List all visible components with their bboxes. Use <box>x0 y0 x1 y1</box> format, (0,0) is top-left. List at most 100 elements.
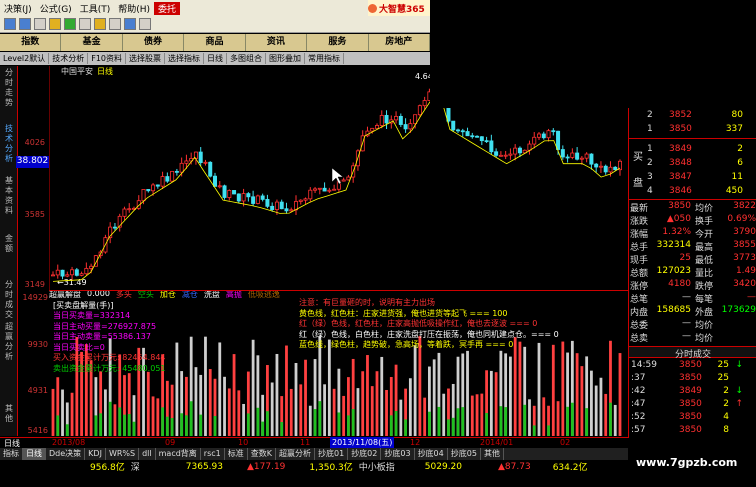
tick-price: 3850 <box>679 412 702 422</box>
menu-tools[interactable]: 工具(T) <box>76 2 115 15</box>
candle-body <box>379 114 384 126</box>
back-icon[interactable] <box>4 18 16 30</box>
list-icon[interactable] <box>109 18 121 30</box>
volume-bar <box>151 396 155 436</box>
func-select-stock[interactable]: 选择股票 <box>126 53 165 64</box>
candle-body <box>79 273 84 276</box>
func-select-indicator[interactable]: 选择指标 <box>165 53 204 64</box>
indicator-tab[interactable]: 标准 <box>225 448 248 460</box>
chart-icon[interactable] <box>49 18 61 30</box>
tab-service[interactable]: 服务 <box>307 34 369 51</box>
tab-commodity[interactable]: 商品 <box>184 34 246 51</box>
settings-icon[interactable] <box>139 18 151 30</box>
tick-price: 3850 <box>679 360 702 370</box>
volume-bar <box>356 388 360 436</box>
volume-bar <box>613 404 617 436</box>
stat-row: 涨幅 1.32% 今开 3790 <box>629 227 756 240</box>
candle-body <box>422 100 427 107</box>
menu-decision[interactable]: 决策(J) <box>0 2 36 15</box>
tab-index[interactable]: 指数 <box>0 34 62 51</box>
status-sz-name[interactable]: 深 <box>131 460 140 473</box>
stat-key: 均价 <box>695 321 714 331</box>
menu-bar: 决策(J) 公式(G) 工具(T) 帮助(H) 委托 <box>0 0 430 16</box>
indicator-tab[interactable]: 抄底05 <box>448 448 481 460</box>
stat-line: 当日主动买量=276927.875 <box>53 321 157 331</box>
home-icon[interactable] <box>34 18 46 30</box>
candle-body <box>470 135 475 138</box>
indicator-tab[interactable]: 日线 <box>23 448 46 460</box>
volume-bar-segment <box>108 401 112 436</box>
tab-news[interactable]: 资讯 <box>246 34 308 51</box>
menu-trade[interactable]: 委托 <box>154 1 181 15</box>
volume-bar-segment <box>532 425 536 436</box>
indicator-tab[interactable]: 查数K <box>248 448 276 460</box>
func-tech[interactable]: 技术分析 <box>49 53 89 64</box>
volume-bar <box>332 388 336 436</box>
indicator-tab[interactable]: 其他 <box>481 448 504 460</box>
print-icon[interactable] <box>124 18 136 30</box>
volume-bar <box>575 353 579 436</box>
search-icon[interactable] <box>79 18 91 30</box>
menu-help[interactable]: 帮助(H) <box>114 2 154 15</box>
vtab-other[interactable]: 其他 <box>2 404 16 424</box>
note-line: 黄色线，红色柱：庄家进货强，俺也进货等起飞 === 100 <box>299 308 508 318</box>
stat-value: 3790 <box>733 227 756 237</box>
candle-body <box>370 127 375 132</box>
indicator-tab[interactable]: 超赢分析 <box>276 448 315 460</box>
stat-value: 0.69% <box>727 214 756 224</box>
forward-icon[interactable] <box>19 18 31 30</box>
indicator-tab[interactable]: macd背离 <box>156 448 201 460</box>
vtab-intraday[interactable]: 分时走势 <box>2 68 16 108</box>
refresh-icon[interactable] <box>64 18 76 30</box>
status-sme-name[interactable]: 中小板指 <box>359 460 395 473</box>
func-level2[interactable]: Level2默认 <box>0 53 50 64</box>
candle-body <box>460 130 465 133</box>
func-multichart[interactable]: 多图组合 <box>227 53 266 64</box>
indicator-tab[interactable]: 抄底04 <box>415 448 448 460</box>
volume-bar-segment <box>65 424 69 436</box>
stat-key: 总手 <box>630 243 649 253</box>
tab-bond[interactable]: 债券 <box>123 34 185 51</box>
indicator-tab[interactable]: 指标 <box>0 448 23 460</box>
chart-area[interactable]: 中国平安 日线 4.64 ←31.49 超赢解盘 0.000 多头 空头 加仓 … <box>49 66 628 436</box>
candle-body <box>274 201 279 211</box>
candle-body <box>498 154 503 157</box>
indicator-tab[interactable]: 抄底02 <box>348 448 382 460</box>
func-f10[interactable]: F10资料 <box>88 53 126 64</box>
candle-body <box>403 124 408 130</box>
indicator-tab[interactable]: dll <box>139 448 156 460</box>
stat-key: 总额 <box>630 269 649 279</box>
volume-bar-segment <box>523 404 527 436</box>
stat-key: 外盘 <box>695 308 714 318</box>
indicator-tab[interactable]: 抄底01 <box>315 448 349 460</box>
indicator-tab[interactable]: KDJ <box>85 448 106 460</box>
func-overlay[interactable]: 图形叠加 <box>266 53 305 64</box>
volume-bar <box>480 393 484 436</box>
candle-body <box>65 274 70 277</box>
tab-realestate[interactable]: 房地产 <box>369 34 430 51</box>
volume-bar <box>518 341 522 436</box>
indicator-tab[interactable]: WR%S <box>106 448 140 460</box>
volume-bar <box>146 371 150 436</box>
indicator-tab[interactable]: Dde决策 <box>46 448 86 460</box>
stat-value: 127023 <box>656 266 691 276</box>
brand-text: 大智慧365 <box>379 4 425 15</box>
stat-value: — <box>682 318 691 328</box>
news-icon[interactable] <box>94 18 106 30</box>
func-common-indicator[interactable]: 常用指标 <box>305 53 344 64</box>
tab-fund[interactable]: 基金 <box>61 34 123 51</box>
volume-bar-segment <box>461 407 465 436</box>
volume-bar-segment <box>547 425 550 436</box>
indicator-tab[interactable]: 抄底03 <box>381 448 415 460</box>
ticks-title[interactable]: 分时成交 <box>629 346 756 360</box>
candle-body <box>289 209 294 212</box>
candle-body <box>279 201 284 210</box>
candle-body <box>208 161 213 177</box>
vtab-amount[interactable]: 金额 <box>2 234 16 254</box>
func-daily[interactable]: 日线 <box>204 53 227 64</box>
menu-formula[interactable]: 公式(G) <box>36 2 76 15</box>
indicator-tab[interactable]: rsc1 <box>201 448 225 460</box>
volume-bar-segment <box>313 409 317 436</box>
bid-volume: 6 <box>737 158 743 168</box>
candle-body <box>570 152 575 158</box>
